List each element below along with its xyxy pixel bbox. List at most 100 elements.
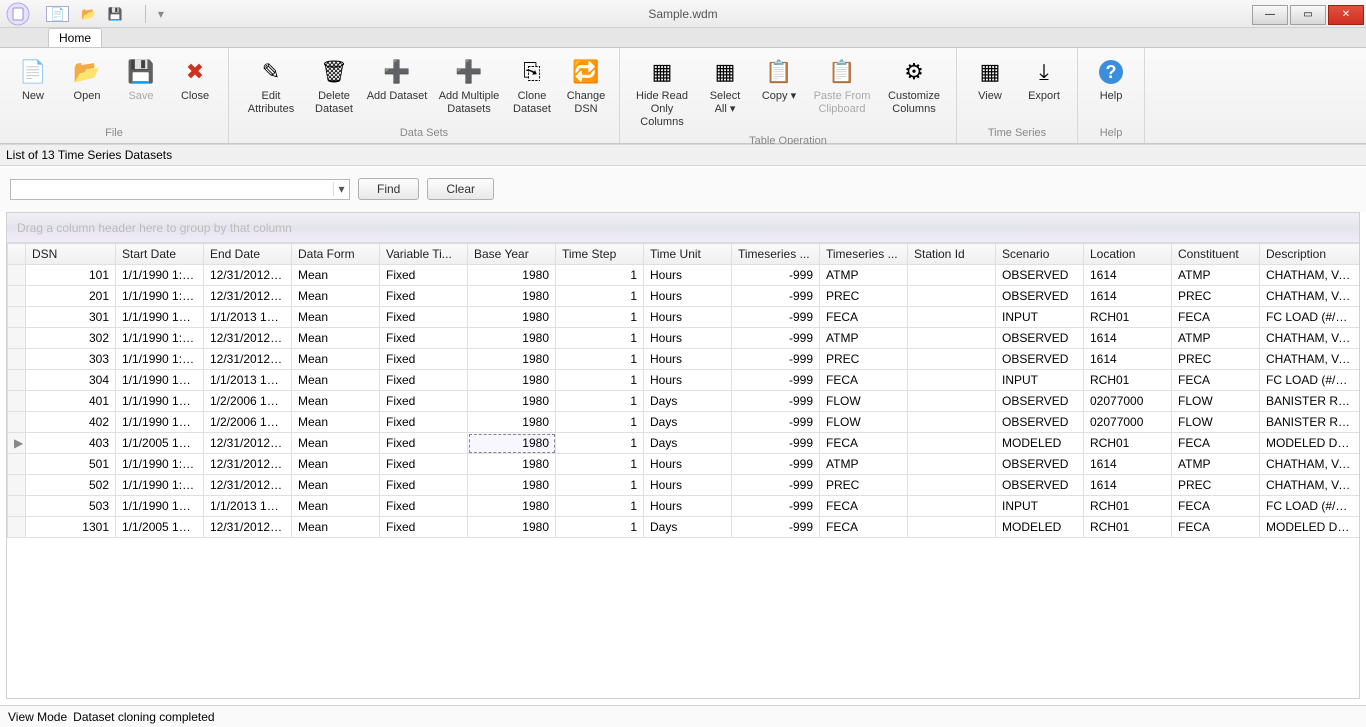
cell-form[interactable]: Mean [292,370,380,391]
cell-tstep[interactable]: 1 [556,328,644,349]
cell-tunit[interactable]: Days [644,391,732,412]
cell-start[interactable]: 1/1/1990 1:00... [116,475,204,496]
cell-dsn[interactable]: 304 [26,370,116,391]
cell-con[interactable]: FECA [1172,370,1260,391]
cell-ts1[interactable]: -999 [732,349,820,370]
view-button[interactable]: ▦View [965,52,1015,107]
cell-con[interactable]: PREC [1172,286,1260,307]
cell-loc[interactable]: RCH01 [1084,496,1172,517]
col-header-loc[interactable]: Location [1084,244,1172,265]
edit-attributes-button[interactable]: ✎Edit Attributes [237,52,305,120]
cell-loc[interactable]: 1614 [1084,265,1172,286]
cell-tunit[interactable]: Hours [644,265,732,286]
cell-loc[interactable]: 1614 [1084,286,1172,307]
cell-desc[interactable]: FC LOAD (#/H... [1260,307,1360,328]
cell-tstep[interactable]: 1 [556,307,644,328]
cell-scen[interactable]: INPUT [996,307,1084,328]
cell-scen[interactable]: OBSERVED [996,454,1084,475]
cell-end[interactable]: 12/31/2012 1... [204,454,292,475]
cell-tunit[interactable]: Hours [644,349,732,370]
cell-base[interactable]: 1980 [468,496,556,517]
cell-scen[interactable]: MODELED [996,517,1084,538]
clear-button[interactable]: Clear [427,178,494,200]
cell-scen[interactable]: OBSERVED [996,328,1084,349]
table-row[interactable]: 5021/1/1990 1:00...12/31/2012 1...MeanFi… [8,475,1360,496]
cell-scen[interactable]: OBSERVED [996,391,1084,412]
cell-dsn[interactable]: 502 [26,475,116,496]
cell-ts2[interactable]: FECA [820,496,908,517]
cell-desc[interactable]: MODELED DAIL... [1260,433,1360,454]
cell-scen[interactable]: INPUT [996,370,1084,391]
cell-scen[interactable]: OBSERVED [996,475,1084,496]
delete-dataset-button[interactable]: 🗑DeleteDataset [309,52,359,120]
data-table[interactable]: DSNStart DateEnd DateData FormVariable T… [7,243,1359,538]
cell-tunit[interactable]: Hours [644,454,732,475]
cell-loc[interactable]: 1614 [1084,454,1172,475]
cell-dsn[interactable]: 302 [26,328,116,349]
cell-form[interactable]: Mean [292,286,380,307]
cell-vart[interactable]: Fixed [380,307,468,328]
cell-tstep[interactable]: 1 [556,412,644,433]
cell-base[interactable]: 1980 [468,286,556,307]
open-button[interactable]: 📂Open [62,52,112,107]
table-row[interactable]: 3041/1/1990 12:0...1/1/2013 12:0...MeanF… [8,370,1360,391]
cell-start[interactable]: 1/1/2005 12:0... [116,433,204,454]
cell-vart[interactable]: Fixed [380,475,468,496]
cell-vart[interactable]: Fixed [380,412,468,433]
cell-ts1[interactable]: -999 [732,286,820,307]
cell-stn[interactable] [908,475,996,496]
select-all-button[interactable]: ▦SelectAll ▾ [700,52,750,120]
cell-dsn[interactable]: 501 [26,454,116,475]
cell-start[interactable]: 1/1/2005 12:0... [116,517,204,538]
help-button[interactable]: ?Help [1086,52,1136,107]
col-header-ts1[interactable]: Timeseries ... [732,244,820,265]
table-row[interactable]: 3021/1/1990 1:00...12/31/2012 1...MeanFi… [8,328,1360,349]
cell-end[interactable]: 12/31/2012 1... [204,475,292,496]
cell-ts1[interactable]: -999 [732,475,820,496]
cell-tstep[interactable]: 1 [556,391,644,412]
cell-base[interactable]: 1980 [468,265,556,286]
cell-tstep[interactable]: 1 [556,433,644,454]
cell-con[interactable]: ATMP [1172,454,1260,475]
qat-open-icon[interactable]: 📂 [81,7,96,21]
maximize-button[interactable]: ▭ [1290,5,1326,25]
cell-desc[interactable]: CHATHAM, VA ... [1260,328,1360,349]
col-header-stn[interactable]: Station Id [908,244,996,265]
app-menu-button[interactable] [0,0,36,28]
cell-loc[interactable]: 1614 [1084,349,1172,370]
cell-form[interactable]: Mean [292,307,380,328]
cell-stn[interactable] [908,496,996,517]
cell-tstep[interactable]: 1 [556,286,644,307]
cell-vart[interactable]: Fixed [380,496,468,517]
cell-scen[interactable]: MODELED [996,433,1084,454]
cell-ts2[interactable]: PREC [820,349,908,370]
cell-tunit[interactable]: Hours [644,370,732,391]
cell-con[interactable]: ATMP [1172,328,1260,349]
cell-tstep[interactable]: 1 [556,349,644,370]
cell-dsn[interactable]: 403 [26,433,116,454]
cell-dsn[interactable]: 401 [26,391,116,412]
table-row[interactable]: 1011/1/1990 1:00...12/31/2012 1...MeanFi… [8,265,1360,286]
cell-form[interactable]: Mean [292,265,380,286]
cell-start[interactable]: 1/1/1990 1:00... [116,265,204,286]
cell-con[interactable]: PREC [1172,475,1260,496]
cell-loc[interactable]: 02077000 [1084,391,1172,412]
cell-ts1[interactable]: -999 [732,412,820,433]
cell-desc[interactable]: FC LOAD (#/H... [1260,370,1360,391]
col-header-desc[interactable]: Description [1260,244,1360,265]
col-header-base[interactable]: Base Year [468,244,556,265]
cell-desc[interactable]: CHATHAM, VA ... [1260,265,1360,286]
cell-loc[interactable]: 1614 [1084,475,1172,496]
cell-tstep[interactable]: 1 [556,454,644,475]
cell-ts2[interactable]: FLOW [820,412,908,433]
cell-stn[interactable] [908,454,996,475]
cell-tstep[interactable]: 1 [556,496,644,517]
close-window-button[interactable]: ✕ [1328,5,1364,25]
cell-tstep[interactable]: 1 [556,370,644,391]
cell-start[interactable]: 1/1/1990 12:0... [116,370,204,391]
cell-ts2[interactable]: ATMP [820,328,908,349]
cell-vart[interactable]: Fixed [380,349,468,370]
group-by-hint[interactable]: Drag a column header here to group by th… [7,213,1359,243]
cell-ts1[interactable]: -999 [732,517,820,538]
cell-tunit[interactable]: Hours [644,328,732,349]
